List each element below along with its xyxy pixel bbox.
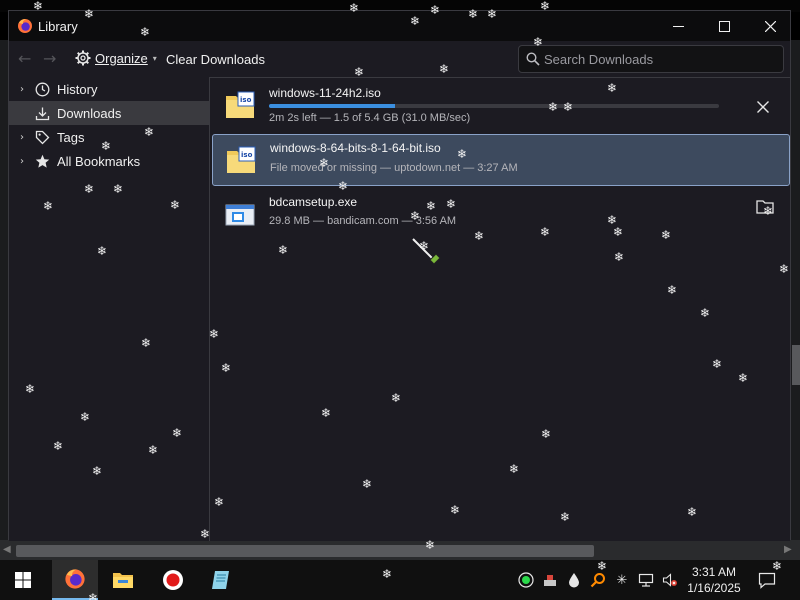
maximize-icon xyxy=(718,20,730,32)
sidebar-item-label: Tags xyxy=(57,129,85,145)
progress-fill xyxy=(269,104,395,108)
snowflake-icon[interactable]: ✳ xyxy=(614,572,630,588)
clock-date: 1/16/2025 xyxy=(687,581,741,595)
scroll-left-arrow-icon[interactable]: ◀ xyxy=(3,544,11,555)
download-status: 2m 2s left — 1.5 of 5.4 GB (31.0 MB/sec) xyxy=(269,112,471,124)
volume-muted-icon[interactable] xyxy=(662,572,678,588)
svg-text:iso: iso xyxy=(240,96,252,104)
download-filename: windows-11-24h2.iso xyxy=(269,86,381,100)
download-filename: bdcamsetup.exe xyxy=(269,195,358,209)
sidebar-item-history[interactable]: › History xyxy=(9,77,209,101)
notepad-icon xyxy=(212,571,229,589)
file-explorer-icon xyxy=(113,573,133,588)
forward-arrow-icon[interactable]: → xyxy=(43,49,56,68)
expand-arrow-icon[interactable]: › xyxy=(15,84,29,95)
download-filename: windows-8-64-bits-8-1-64-bit.iso xyxy=(270,141,441,155)
clock-time: 3:31 AM xyxy=(691,565,737,579)
download-status: 29.8 MB — bandicam.com — 3:56 AM xyxy=(269,215,457,227)
background-scrollbar-thumb[interactable] xyxy=(792,345,800,385)
maximize-button[interactable] xyxy=(701,11,747,41)
horizontal-scrollbar-thumb[interactable] xyxy=(16,545,594,557)
sidebar-item-all-bookmarks[interactable]: › All Bookmarks xyxy=(9,149,209,173)
taskbar-recorder[interactable] xyxy=(150,560,196,600)
clock-icon xyxy=(33,81,51,97)
expand-arrow-icon[interactable]: › xyxy=(15,132,29,143)
search-tray-icon[interactable] xyxy=(590,572,606,588)
taskbar-firefox[interactable] xyxy=(52,560,98,600)
sidebar-item-tags[interactable]: › Tags xyxy=(9,125,209,149)
firefox-icon xyxy=(18,19,32,33)
search-input[interactable] xyxy=(544,50,774,68)
gear-icon xyxy=(75,50,91,66)
minimize-icon xyxy=(672,25,684,27)
status-green-icon[interactable] xyxy=(518,572,534,588)
window-title: Library xyxy=(38,19,78,34)
download-icon xyxy=(33,105,51,121)
mouse-cursor-icon xyxy=(412,238,441,265)
record-icon xyxy=(163,570,183,590)
sidebar-item-downloads[interactable]: Downloads xyxy=(9,101,209,125)
close-button[interactable] xyxy=(747,11,793,41)
sidebar: › History Downloads › Tags › All Bookmar… xyxy=(9,77,209,541)
system-clock[interactable]: 3:31 AM 1/16/2025 xyxy=(684,564,744,596)
back-arrow-icon[interactable]: ← xyxy=(18,49,31,68)
search-box[interactable] xyxy=(518,45,784,73)
windows-start-icon xyxy=(15,572,31,588)
sidebar-item-label: History xyxy=(57,81,98,97)
download-item-selected[interactable]: iso windows-8-64-bits-8-1-64-bit.iso Fil… xyxy=(212,134,790,186)
download-item[interactable]: iso windows-11-24h2.iso 2m 2s left — 1.5… xyxy=(212,80,790,132)
scroll-right-arrow-icon[interactable]: ▶ xyxy=(784,544,792,555)
network-icon[interactable] xyxy=(638,572,654,588)
star-icon xyxy=(33,153,51,169)
svg-text:iso: iso xyxy=(241,151,253,159)
download-status: File moved or missing — uptodown.net — 3… xyxy=(270,162,518,174)
clear-downloads-button[interactable]: Clear Downloads xyxy=(166,52,265,67)
downloads-list: iso windows-11-24h2.iso 2m 2s left — 1.5… xyxy=(209,77,790,541)
close-icon xyxy=(764,20,776,32)
minimize-button[interactable] xyxy=(655,11,701,41)
background-window-edge xyxy=(0,40,8,540)
sidebar-item-label: Downloads xyxy=(57,105,122,121)
background-window-edge xyxy=(791,40,800,540)
sidebar-item-label: All Bookmarks xyxy=(57,153,141,169)
drop-icon[interactable] xyxy=(566,572,582,588)
taskbar-file-explorer[interactable] xyxy=(100,560,146,600)
cancel-download-button[interactable] xyxy=(752,96,774,118)
download-item[interactable]: bdcamsetup.exe 29.8 MB — bandicam.com — … xyxy=(212,190,790,242)
iso-file-icon: iso xyxy=(227,146,256,173)
firefox-icon xyxy=(65,569,85,589)
start-button[interactable] xyxy=(0,560,46,600)
library-window: Library ← → Organize ▾ Clear Downloads S… xyxy=(8,10,791,541)
taskbar: ✳ 3:31 AM 1/16/2025 xyxy=(0,560,800,600)
close-icon xyxy=(757,101,769,113)
download-progress-bar xyxy=(269,104,719,108)
title-bar[interactable]: Library xyxy=(9,11,790,41)
taskbar-notepad[interactable] xyxy=(198,560,244,600)
notification-icon[interactable] xyxy=(758,571,776,589)
organize-button[interactable]: Organize ▾ xyxy=(75,50,157,66)
app-tray-icon[interactable] xyxy=(542,572,558,588)
search-icon xyxy=(526,52,540,66)
toolbar: ← → Organize ▾ Clear Downloads xyxy=(9,41,790,77)
expand-arrow-icon[interactable]: › xyxy=(15,156,29,167)
exe-file-icon xyxy=(225,204,255,226)
iso-file-icon: iso xyxy=(226,91,255,118)
organize-label: Organize xyxy=(95,50,148,66)
open-folder-icon[interactable] xyxy=(755,196,775,216)
chevron-down-icon: ▾ xyxy=(152,53,157,63)
tag-icon xyxy=(33,129,51,145)
